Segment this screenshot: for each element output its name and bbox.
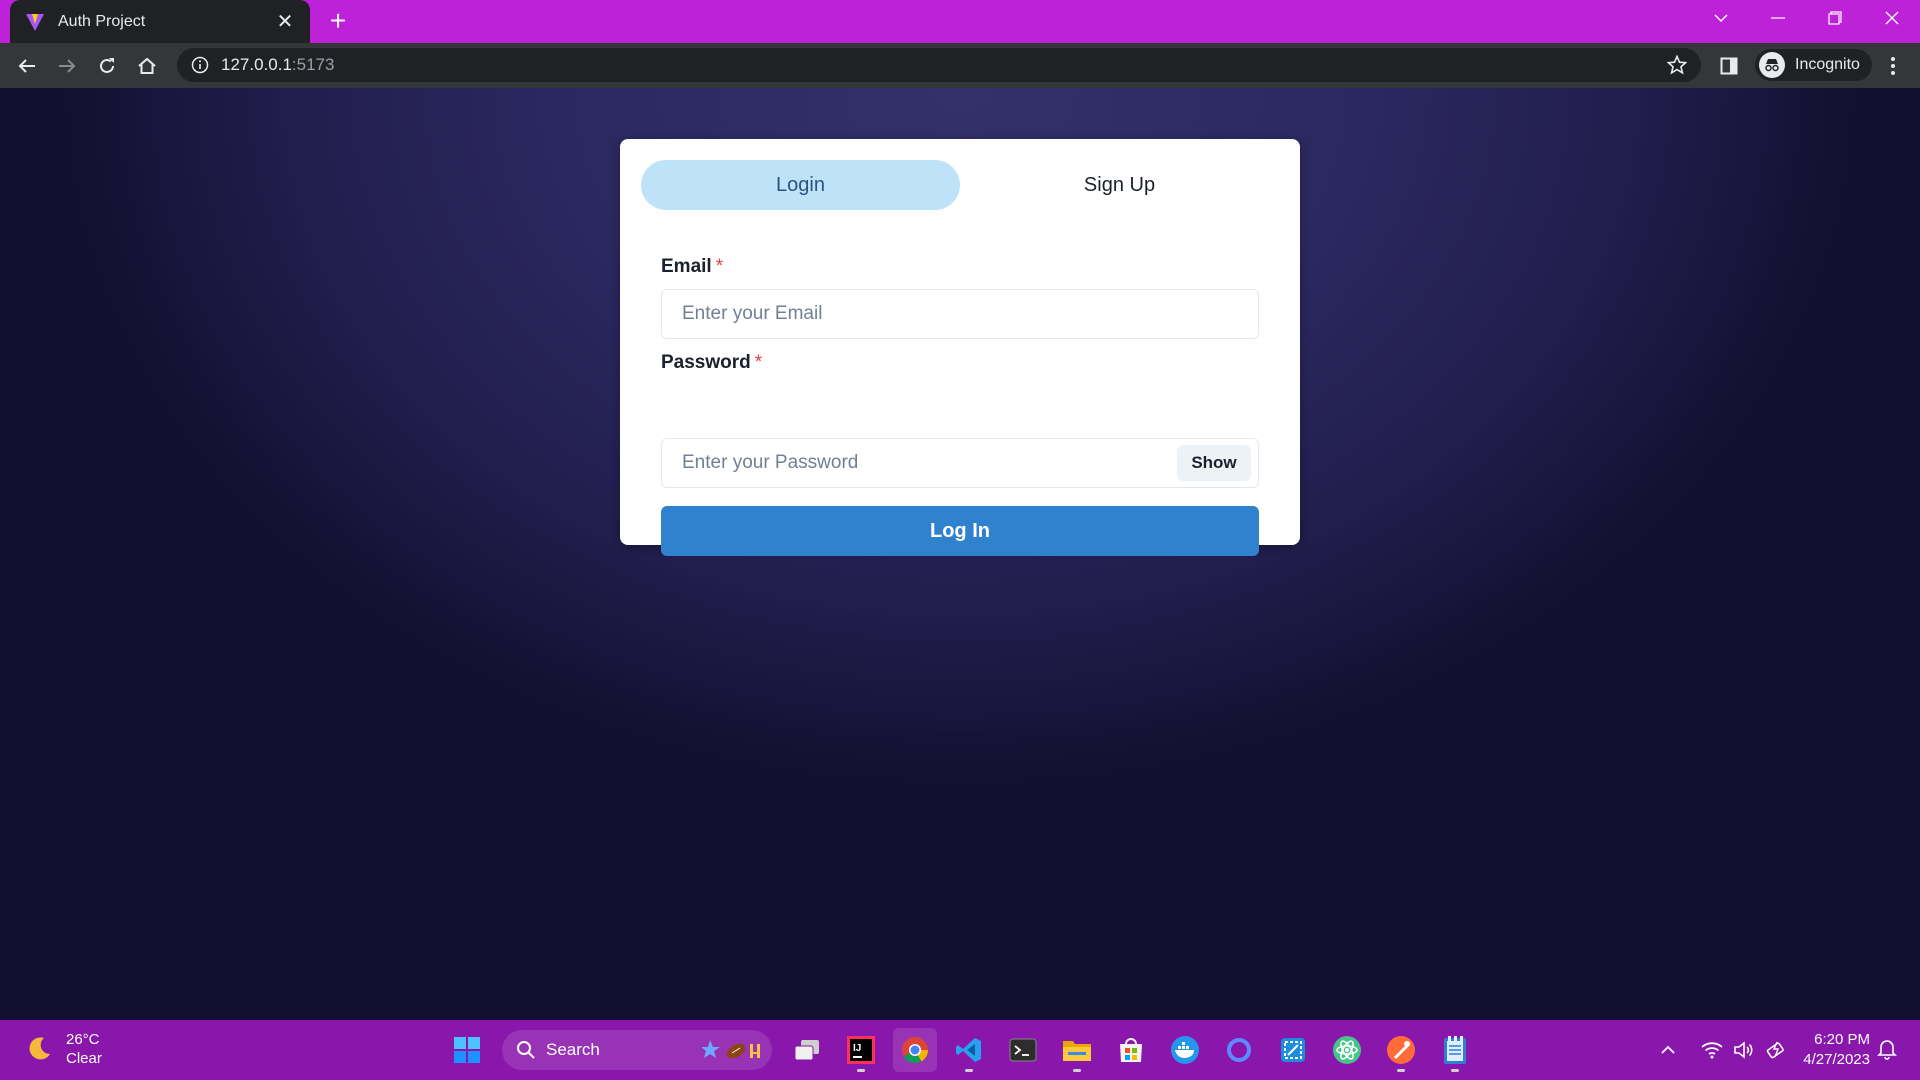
terminal-icon[interactable] bbox=[1001, 1028, 1045, 1072]
search-label: Search bbox=[546, 1040, 600, 1059]
email-label-text: Email bbox=[661, 256, 712, 277]
page-viewport: Login Sign Up Email* Password* Show Log … bbox=[0, 88, 1920, 1020]
star-icon[interactable] bbox=[1667, 55, 1687, 75]
notepad-icon[interactable] bbox=[1433, 1028, 1477, 1072]
taskbar: 26°C Clear Search IJ 6:20 PM 4/27/2023 bbox=[0, 1020, 1920, 1080]
browser-tab[interactable]: Auth Project ✕ bbox=[10, 0, 310, 43]
close-window-icon[interactable] bbox=[1863, 0, 1920, 36]
search-icon bbox=[516, 1040, 536, 1060]
notification-icon[interactable] bbox=[1874, 1036, 1900, 1062]
task-view-icon[interactable] bbox=[785, 1028, 829, 1072]
incognito-icon bbox=[1759, 52, 1785, 78]
weather-widget[interactable]: 26°C Clear bbox=[24, 1030, 102, 1068]
back-icon[interactable] bbox=[12, 51, 42, 81]
url-host: 127.0.0.1 bbox=[221, 55, 292, 74]
email-label: Email * bbox=[661, 256, 723, 278]
required-mark: * bbox=[754, 352, 763, 373]
browser-tab-bar: Auth Project ✕ + bbox=[0, 0, 1920, 43]
intellij-icon[interactable]: IJ bbox=[839, 1028, 883, 1072]
svg-text:IJ: IJ bbox=[853, 1043, 861, 1054]
wifi-icon[interactable] bbox=[1698, 1036, 1726, 1064]
url-port: :5173 bbox=[291, 55, 335, 74]
tab-sign-up[interactable]: Sign Up bbox=[960, 160, 1279, 210]
log-in-button[interactable]: Log In bbox=[661, 506, 1259, 556]
forward-icon[interactable] bbox=[52, 51, 82, 81]
auth-card: Login Sign Up Email* Password* Show Log … bbox=[620, 139, 1300, 556]
taskbar-search[interactable]: Search bbox=[502, 1030, 772, 1070]
system-tray bbox=[1652, 1030, 1792, 1070]
required-mark: * bbox=[715, 256, 724, 277]
postman-icon[interactable] bbox=[1379, 1028, 1423, 1072]
window-controls bbox=[1692, 0, 1920, 43]
restore-icon[interactable] bbox=[1806, 0, 1863, 36]
password-label-text: Password bbox=[661, 352, 751, 373]
electron-icon[interactable] bbox=[1325, 1028, 1369, 1072]
tab-login[interactable]: Login bbox=[641, 160, 960, 210]
chevron-down-icon[interactable] bbox=[1692, 0, 1749, 36]
info-icon[interactable] bbox=[191, 56, 209, 74]
vscode-icon[interactable] bbox=[947, 1028, 991, 1072]
home-icon[interactable] bbox=[132, 51, 162, 81]
browser-toolbar: 127.0.0.1:5173 Incognito bbox=[0, 43, 1920, 88]
clock-date: 4/27/2023 bbox=[1803, 1051, 1870, 1068]
windows-start-icon[interactable] bbox=[445, 1028, 489, 1072]
chevron-up-icon[interactable] bbox=[1654, 1036, 1682, 1064]
snipping-icon[interactable] bbox=[1271, 1028, 1315, 1072]
cortana-icon[interactable] bbox=[1217, 1028, 1261, 1072]
sidebar-icon[interactable] bbox=[1714, 51, 1744, 81]
close-icon[interactable]: ✕ bbox=[274, 9, 296, 34]
auth-tabs: Login Sign Up bbox=[641, 160, 1279, 210]
address-bar[interactable]: 127.0.0.1:5173 bbox=[177, 48, 1701, 82]
docker-icon[interactable] bbox=[1163, 1028, 1207, 1072]
menu-icon[interactable] bbox=[1878, 51, 1908, 81]
system-clock[interactable]: 6:20 PM 4/27/2023 bbox=[1780, 1030, 1870, 1070]
minimize-icon[interactable] bbox=[1749, 0, 1806, 36]
chrome-icon[interactable] bbox=[893, 1028, 937, 1072]
plus-icon[interactable]: + bbox=[323, 6, 353, 36]
taskbar-apps: Search IJ bbox=[440, 1028, 1482, 1072]
weather-temp: 26°C bbox=[66, 1031, 100, 1048]
vite-logo-icon bbox=[24, 11, 46, 33]
file-explorer-icon[interactable] bbox=[1055, 1028, 1099, 1072]
show-password-button[interactable]: Show bbox=[1177, 445, 1251, 481]
clock-time: 6:20 PM bbox=[1814, 1031, 1870, 1048]
password-label: Password * bbox=[661, 352, 762, 374]
password-input[interactable] bbox=[661, 438, 1259, 488]
moon-icon bbox=[24, 1034, 54, 1064]
search-highlight-icon bbox=[702, 1036, 762, 1064]
profile-label: Incognito bbox=[1795, 56, 1860, 73]
weather-condition: Clear bbox=[66, 1050, 102, 1067]
email-input[interactable] bbox=[661, 289, 1259, 339]
volume-icon[interactable] bbox=[1730, 1036, 1758, 1064]
ms-store-icon[interactable] bbox=[1109, 1028, 1153, 1072]
reload-icon[interactable] bbox=[92, 51, 122, 81]
incognito-profile[interactable]: Incognito bbox=[1755, 49, 1872, 81]
tab-title: Auth Project bbox=[58, 12, 146, 30]
